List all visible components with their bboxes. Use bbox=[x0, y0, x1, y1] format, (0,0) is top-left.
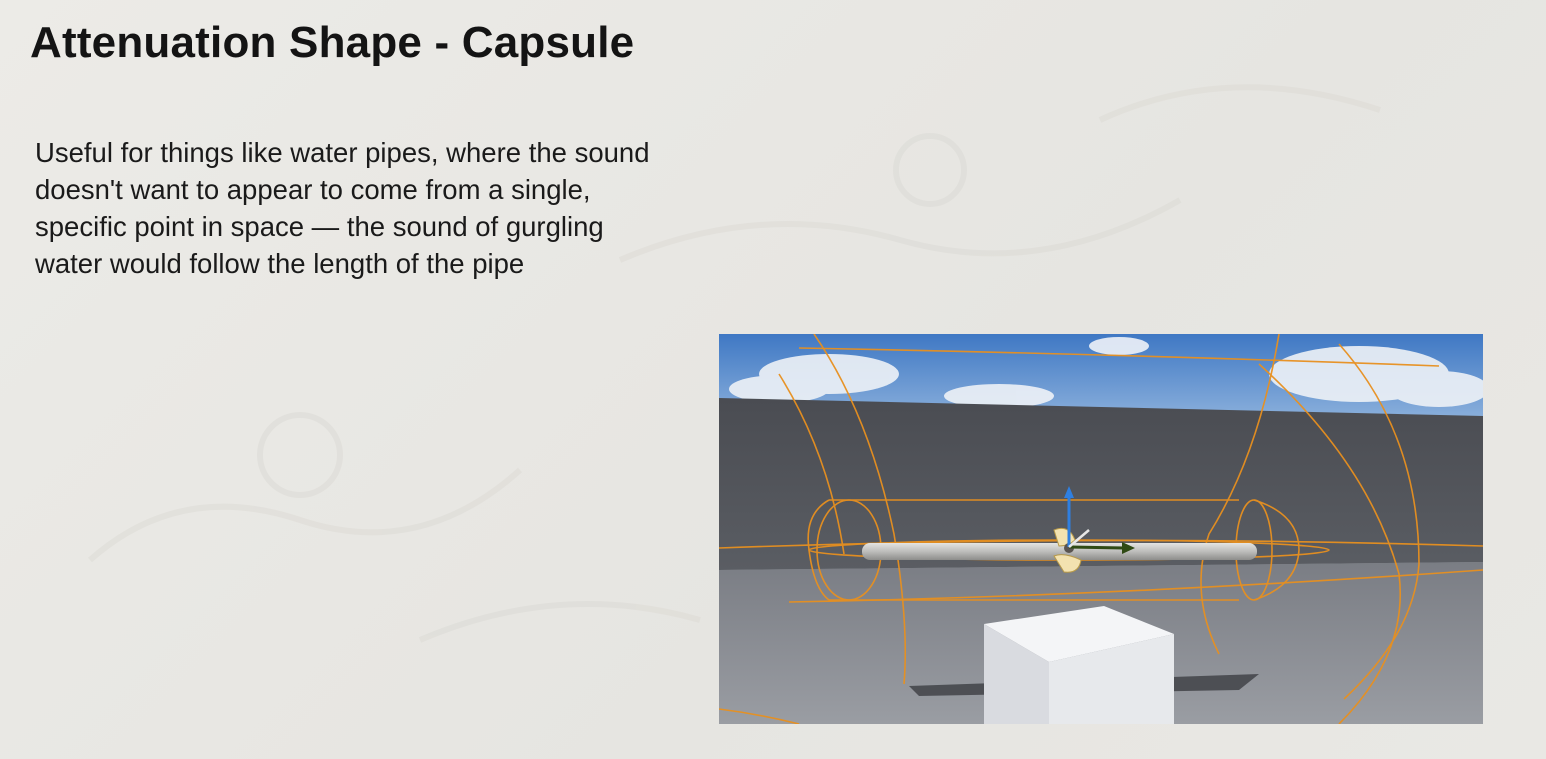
slide: Attenuation Shape - Capsule Useful for t… bbox=[0, 0, 1546, 759]
editor-viewport-image bbox=[719, 334, 1483, 724]
slide-title: Attenuation Shape - Capsule bbox=[30, 18, 635, 67]
slide-body-text: Useful for things like water pipes, wher… bbox=[35, 137, 650, 279]
cube bbox=[984, 606, 1174, 724]
